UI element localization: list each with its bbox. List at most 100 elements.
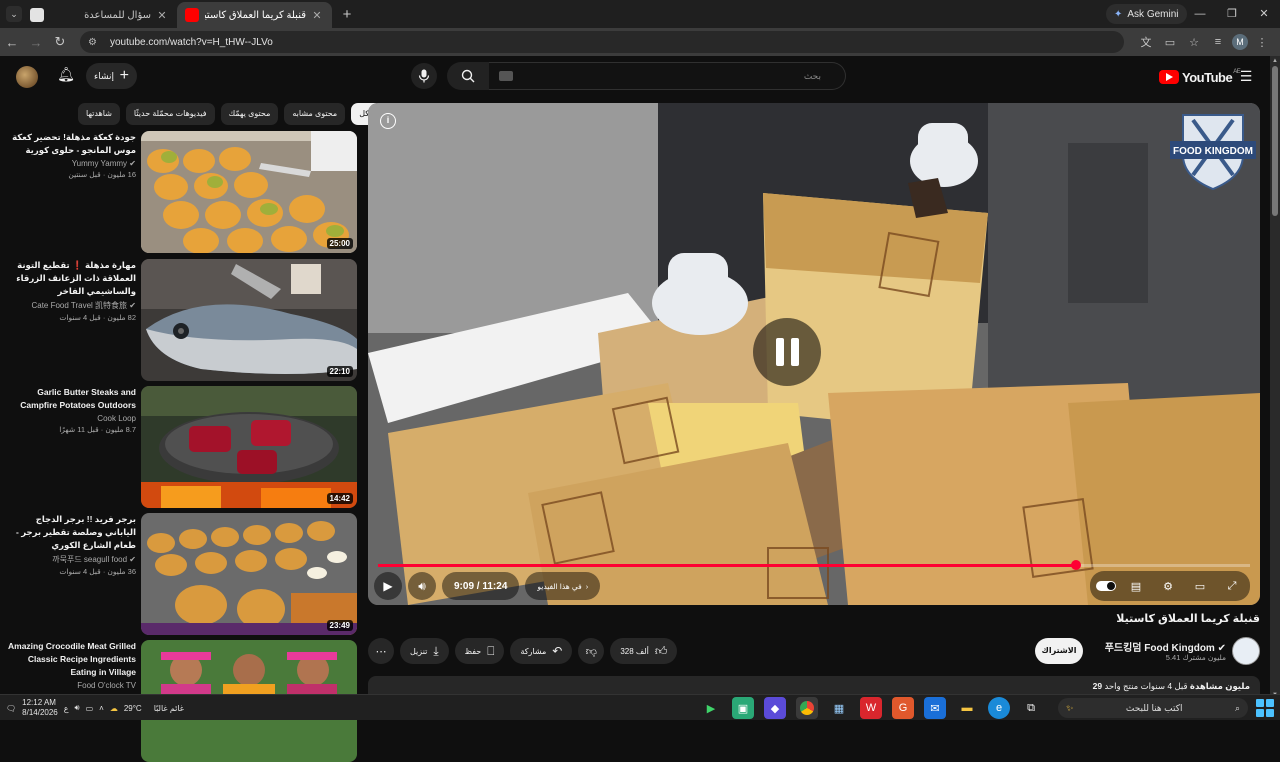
minimize-icon[interactable]: —: [1184, 0, 1216, 28]
video-player[interactable]: i FOOD KINGDOM ▶ 🔊︎ 9:09 / 11:24 في هذا …: [368, 103, 1260, 605]
recommendation-title[interactable]: Garlic Butter Steaks and Campfire Potato…: [8, 386, 136, 412]
search-button[interactable]: [447, 62, 489, 90]
tab-help[interactable]: سؤال للمساعدة ✕: [22, 2, 177, 28]
ask-gemini-button[interactable]: ✦ Ask Gemini: [1106, 4, 1187, 24]
edge-icon[interactable]: e: [988, 697, 1010, 719]
input-language[interactable]: ع: [64, 704, 69, 713]
recommendation-channel[interactable]: Cate Food Travel 凯特食旅 ✔: [8, 300, 136, 311]
tab-search-button[interactable]: ⌄: [6, 6, 22, 22]
recommendation-title[interactable]: Amazing Crocodile Meat Grilled Classic R…: [8, 640, 136, 679]
chip-for-you[interactable]: محتوى يهمّك: [220, 103, 279, 125]
translate-icon[interactable]: 文: [1136, 34, 1156, 50]
store-icon[interactable]: ▦: [828, 697, 850, 719]
voice-search-button[interactable]: [411, 63, 437, 89]
chat-app-icon[interactable]: ▣: [732, 697, 754, 719]
taskbar-apps: ▶ ▣ ◆ ▦ W G ✉ ▬ e ⧉: [700, 697, 1042, 719]
chrome-icon[interactable]: [796, 697, 818, 719]
back-icon[interactable]: ←: [0, 35, 24, 50]
file-explorer-icon[interactable]: ▬: [956, 697, 978, 719]
new-tab-button[interactable]: +: [338, 6, 356, 23]
browser-menu-icon[interactable]: ⋮: [1252, 36, 1272, 49]
recommendation-title[interactable]: برجر فريد !! برجر الدجاج الياباني وصلصة …: [8, 513, 136, 552]
youtube-logo[interactable]: YouTube AE: [1159, 68, 1241, 86]
video-title: قنبلة كريما العملاق كاستيلا: [1116, 613, 1260, 625]
forward-icon[interactable]: →: [24, 35, 48, 50]
reload-icon[interactable]: ↻: [48, 34, 72, 50]
recommendation-title[interactable]: جودة كعكة مذهلة! تحضير كعكة موس المانجو …: [8, 131, 136, 157]
start-windows-icon[interactable]: [1256, 699, 1274, 717]
recommendation-thumbnail[interactable]: 25:00: [141, 131, 357, 253]
profile-avatar[interactable]: M: [1232, 34, 1248, 50]
site-info-icon[interactable]: ⚙: [88, 37, 102, 48]
media-player-icon[interactable]: ▶: [700, 697, 722, 719]
tab-youtube-video[interactable]: قنبلة كريما العملاق كاستيلا - ✕: [177, 2, 332, 28]
info-icon[interactable]: i: [380, 113, 396, 129]
chip-recently-uploaded[interactable]: فيديوهات محمّلة حديثًا: [125, 103, 215, 125]
download-button[interactable]: تنزيل ⤓: [400, 638, 449, 664]
recommendation-channel[interactable]: Food O'clock TV: [8, 681, 136, 690]
recommendation-item[interactable]: مهارة مذهلة ❗ تقطيع التونة العملاقة ذات …: [0, 259, 360, 381]
url-bar[interactable]: ⚙ youtube.com/watch?v=H_tHW--JLVo: [80, 31, 1124, 53]
search-input[interactable]: بحث: [489, 62, 846, 90]
maximize-icon[interactable]: ❐: [1216, 0, 1248, 28]
progress-scrubber[interactable]: [1070, 560, 1081, 570]
recommendation-item[interactable]: برجر فريد !! برجر الدجاج الياباني وصلصة …: [0, 513, 360, 635]
tray-chevron-up-icon[interactable]: ˄: [99, 704, 104, 713]
recommendation-item[interactable]: Garlic Butter Steaks and Campfire Potato…: [0, 386, 360, 508]
keyboard-icon[interactable]: [499, 71, 513, 81]
clock[interactable]: 12:12 AM 8/14/2026: [22, 698, 58, 718]
close-tab-icon[interactable]: ✕: [310, 9, 324, 22]
recommendation-channel[interactable]: Yummy Yammy ✔: [8, 159, 136, 168]
notifications-bell-icon[interactable]: 🔔︎: [56, 66, 76, 86]
scrollbar-thumb[interactable]: [1272, 66, 1278, 216]
network-icon[interactable]: ▭: [86, 704, 94, 713]
recommendation-channel[interactable]: 까묵푸드 seagull food ✔: [8, 554, 136, 565]
page-scrollbar[interactable]: ▲ ▼: [1270, 56, 1280, 700]
recommendation-thumbnail[interactable]: 22:10: [141, 259, 357, 381]
progress-bar[interactable]: [378, 560, 1250, 570]
bookmark-star-icon[interactable]: ☆: [1184, 36, 1204, 49]
fullscreen-icon[interactable]: ⤢: [1220, 580, 1244, 593]
dislike-button[interactable]: 👎︎: [578, 638, 605, 664]
autoplay-toggle[interactable]: [1096, 581, 1116, 591]
subscribe-button[interactable]: الاشتراك: [1035, 638, 1083, 664]
recommendation-thumbnail[interactable]: 23:49: [141, 513, 357, 635]
cast-icon[interactable]: ▭: [1160, 36, 1180, 49]
burger-thumbnail-image: [141, 513, 357, 635]
account-avatar[interactable]: [16, 66, 38, 88]
recommendation-channel[interactable]: Cook Loop: [8, 414, 136, 423]
recommendation-thumbnail[interactable]: 14:42: [141, 386, 357, 508]
task-view-icon[interactable]: ⧉: [1020, 697, 1042, 719]
chip-related[interactable]: محتوى مشابه: [284, 103, 346, 125]
reading-list-icon[interactable]: ≡: [1208, 36, 1228, 48]
guide-menu-icon[interactable]: ☰: [1238, 68, 1254, 84]
pause-overlay-icon[interactable]: [753, 318, 821, 386]
recommendation-title[interactable]: مهارة مذهلة ❗ تقطيع التونة العملاقة ذات …: [8, 259, 136, 298]
theater-mode-icon[interactable]: ▭: [1188, 580, 1212, 593]
scroll-up-icon[interactable]: ▲: [1270, 58, 1280, 64]
like-button[interactable]: 328 ألف 👍︎: [610, 638, 678, 664]
save-button[interactable]: حفظ ⎕: [454, 638, 505, 664]
recommendation-item[interactable]: جودة كعكة مذهلة! تحضير كعكة موس المانجو …: [0, 131, 360, 253]
chapter-button[interactable]: في هذا الفيديو ›: [525, 572, 601, 600]
grammarly-icon[interactable]: G: [892, 697, 914, 719]
copilot-icon[interactable]: ◆: [764, 697, 786, 719]
notification-icon[interactable]: 🗨︎: [6, 704, 16, 713]
play-icon[interactable]: ▶: [374, 572, 402, 600]
subtitles-icon[interactable]: ▤: [1124, 580, 1148, 593]
wps-office-icon[interactable]: W: [860, 697, 882, 719]
speaker-icon[interactable]: 🔊︎: [75, 703, 80, 713]
more-actions-icon[interactable]: ⋯: [368, 638, 394, 664]
taskbar-search[interactable]: ⌕ اكتب هنا للبحث ✨︎: [1058, 698, 1248, 718]
mail-icon[interactable]: ✉: [924, 697, 946, 719]
channel-avatar[interactable]: [1232, 637, 1260, 665]
settings-gear-icon[interactable]: ⚙: [1156, 580, 1180, 593]
chip-watched[interactable]: شاهدتها: [78, 103, 120, 125]
create-button[interactable]: إنشاء +: [86, 63, 137, 89]
weather-icon[interactable]: ☁: [110, 704, 118, 713]
share-button[interactable]: مشاركة ↶: [510, 638, 573, 664]
volume-icon[interactable]: 🔊︎: [408, 572, 436, 600]
close-tab-icon[interactable]: ✕: [155, 9, 169, 22]
close-window-icon[interactable]: ✕: [1248, 0, 1280, 28]
channel-name[interactable]: 푸드킹덤 Food Kingdom ✔: [1080, 639, 1226, 654]
